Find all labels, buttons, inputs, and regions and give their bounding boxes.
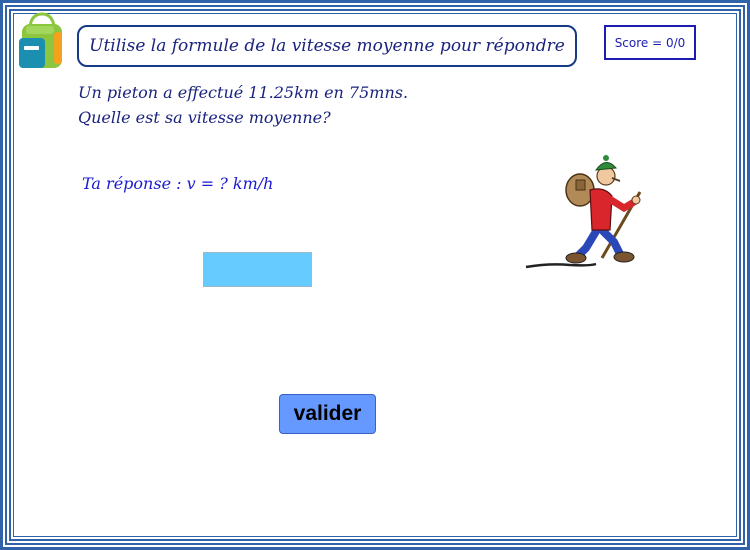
answer-prompt: Ta réponse : v = ? km/h [82,174,274,193]
question-line-1: Un pieton a effectué 11.25km en 75mns. [78,83,409,102]
question-text: Un pieton a effectué 11.25km en 75mns. Q… [78,80,408,130]
backpack-icon [19,12,62,68]
validate-button[interactable]: valider [279,394,376,434]
answer-input[interactable] [203,252,312,287]
hiker-illustration [525,155,642,269]
score-display: Score = 0/0 [604,25,696,60]
instruction-banner: Utilise la formule de la vitesse moyenne… [77,25,577,67]
question-line-2: Quelle est sa vitesse moyenne? [78,108,331,127]
